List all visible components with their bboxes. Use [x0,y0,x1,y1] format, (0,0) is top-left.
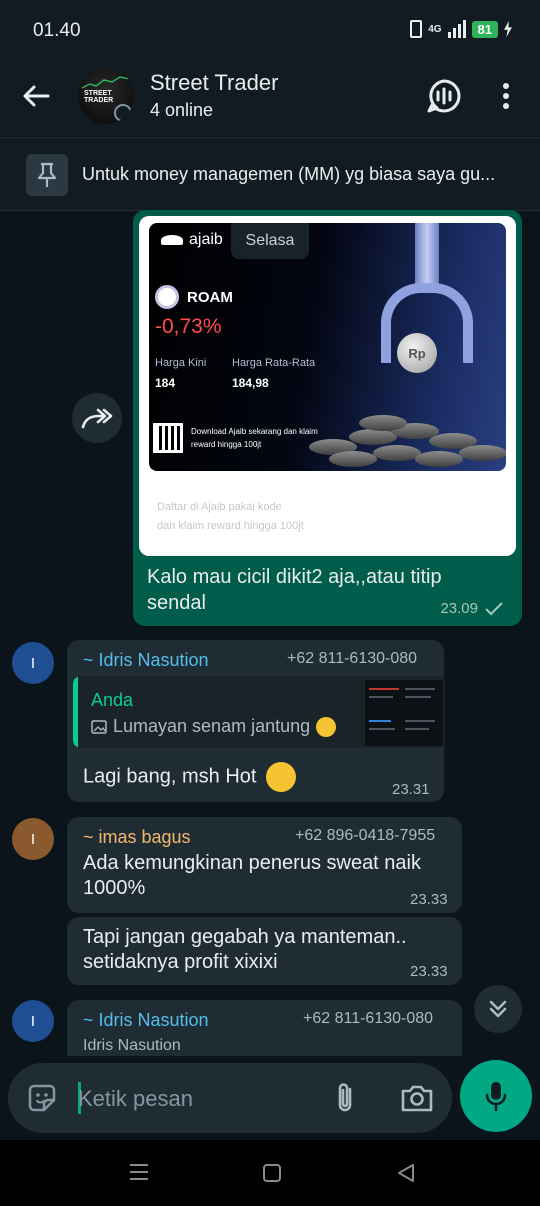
laughing-emoji-icon [316,716,337,737]
message-text: Ada kemungkinan penerus sweat naik 1000% [83,852,421,899]
network-type: 4G [428,23,442,35]
date-chip: Selasa [231,223,309,259]
voice-message-button[interactable] [460,1060,532,1132]
message-text: Idris Nasution [83,1037,181,1054]
coin-pile [299,393,506,471]
message-time: 23.33 [410,963,448,980]
incoming-message[interactable]: Tapi jangan gegabah ya manteman.. setida… [67,917,462,985]
back-arrow-icon[interactable] [20,80,52,112]
quote-text: Lumayan senam jantung [91,716,337,737]
message-time: 23.31 [392,781,430,798]
quoted-message[interactable]: Anda Lumayan senam jantung [73,676,445,748]
voice-chat-icon[interactable] [426,78,462,114]
pinned-message-bar[interactable]: Untuk money managemen (MM) yg biasa saya… [0,137,540,211]
incoming-message[interactable]: ~ Idris Nasution +62 811-6130-080 Anda L… [67,640,445,802]
sticker-icon[interactable] [26,1082,58,1114]
chat-title[interactable]: Street Trader [150,70,278,96]
message-text: Lagi bang, msh Hot [83,762,296,792]
message-input[interactable]: Ketik pesan [78,1086,193,1112]
qr-code-icon [153,423,183,453]
pin-icon [26,154,68,196]
vibrate-icon [410,20,423,38]
signal-icon [447,20,466,38]
double-chevron-down-icon [489,1000,507,1018]
microphone-icon [485,1082,507,1112]
sender-phone: +62 811-6130-080 [287,650,418,667]
outgoing-image-message[interactable]: ajaib ROAM -0,73% Harga Kini Harga Rata-… [133,210,522,626]
sender-phone: +62 811-6130-080 [303,1010,434,1027]
avatar[interactable]: I [12,818,54,860]
sender-name[interactable]: ~ Idris Nasution [83,1010,209,1031]
status-icons: 4G 81 [410,20,512,38]
recent-apps-icon[interactable] [128,1162,150,1182]
scroll-to-bottom-button[interactable] [474,985,522,1033]
message-time: 23.09 [440,600,478,617]
sender-phone: +62 896-0418-7955 [295,827,436,844]
price-change: -0,73% [155,315,222,338]
stock-ticker: ROAM [155,285,233,309]
ticker-icon [155,285,179,309]
image-icon [91,719,107,734]
incoming-message[interactable]: ~ imas bagus +62 896-0418-7955 Ada kemun… [67,817,462,913]
sender-name[interactable]: ~ Idris Nasution [83,650,209,671]
price-avg-label: Harga Rata-Rata [232,357,316,369]
sent-check-icon [485,602,503,616]
system-nav-bar [0,1140,540,1206]
quote-author: Anda [91,690,134,710]
status-bar: 01.40 4G 81 [0,0,540,60]
forward-icon [81,408,113,429]
price-avg: 184,98 [232,376,269,390]
avatar[interactable]: I [12,642,54,684]
price-now: 184 [155,376,176,390]
nav-back-icon[interactable] [396,1163,416,1183]
avatar[interactable]: I [12,1000,54,1042]
message-input-bar[interactable]: Ketik pesan [8,1063,452,1133]
message-time: 23.33 [410,891,448,908]
incoming-message[interactable]: ~ Idris Nasution +62 811-6130-080 Idris … [67,1000,462,1056]
pinned-message-text: Untuk money managemen (MM) yg biasa saya… [82,164,496,184]
more-options-icon[interactable] [496,80,516,112]
battery-level: 81 [471,20,498,38]
message-text: Tapi jangan gegabah ya manteman.. setida… [83,926,407,973]
online-status: 4 online [150,100,214,120]
ajaib-logo: ajaib [161,231,223,249]
lamp-icon [161,235,183,245]
charging-icon [504,21,512,37]
coin-icon: Rp [397,333,437,373]
avatar-logo-text: STREET TRADER [84,90,114,104]
forward-button[interactable] [72,393,122,443]
quote-thumbnail [365,680,443,746]
chat-header: STREET TRADER Street Trader 4 online [0,60,540,136]
price-now-label: Harga Kini [155,357,207,369]
image-caption: Daftar di Ajaib pakai kode dan klaim rew… [157,501,304,532]
image-attachment[interactable]: ajaib ROAM -0,73% Harga Kini Harga Rata-… [139,216,516,556]
chart-logo-icon [82,76,130,89]
sender-name[interactable]: ~ imas bagus [83,827,191,848]
status-time: 01.40 [33,20,81,41]
ajaib-promo-image: ajaib ROAM -0,73% Harga Kini Harga Rata-… [149,223,506,471]
message-text: Kalo mau cicil dikit2 aja,,atau titip se… [147,566,442,614]
group-avatar[interactable]: STREET TRADER [78,68,134,124]
home-icon[interactable] [263,1164,281,1182]
clock-icon [114,104,132,122]
camera-icon[interactable] [400,1083,434,1113]
attach-icon[interactable] [330,1081,360,1115]
hot-face-emoji-icon [266,762,296,792]
